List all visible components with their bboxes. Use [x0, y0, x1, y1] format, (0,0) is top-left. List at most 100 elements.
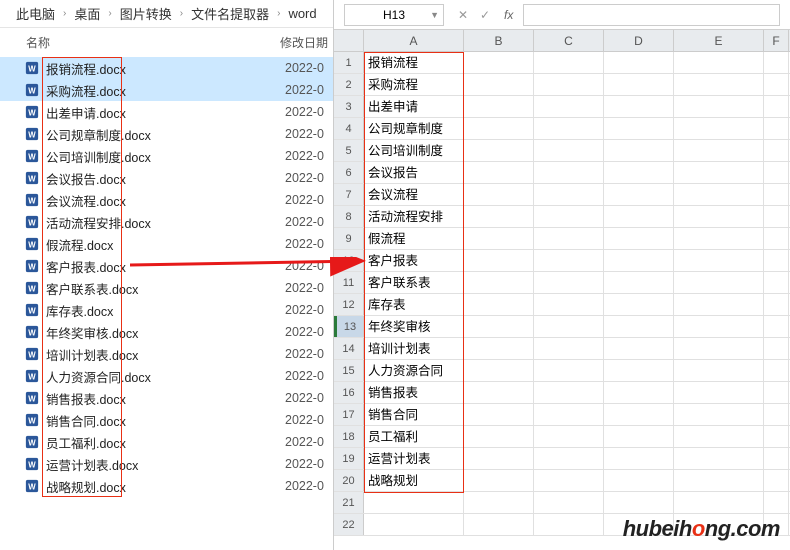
- column-header[interactable]: C: [534, 30, 604, 51]
- row-header[interactable]: 19: [334, 448, 364, 469]
- cell[interactable]: [464, 140, 534, 161]
- cell[interactable]: [534, 74, 604, 95]
- cell[interactable]: [764, 426, 789, 447]
- cell[interactable]: [674, 492, 764, 513]
- cell[interactable]: [674, 228, 764, 249]
- cell[interactable]: [464, 206, 534, 227]
- cell[interactable]: [604, 96, 674, 117]
- cell[interactable]: [534, 426, 604, 447]
- cell[interactable]: [464, 294, 534, 315]
- cell[interactable]: [464, 514, 534, 535]
- breadcrumb-item[interactable]: word: [284, 6, 320, 21]
- cell[interactable]: [604, 316, 674, 337]
- cell[interactable]: [604, 140, 674, 161]
- cell[interactable]: [534, 118, 604, 139]
- cell[interactable]: [674, 316, 764, 337]
- cell[interactable]: [674, 448, 764, 469]
- cell[interactable]: [534, 382, 604, 403]
- cell[interactable]: [764, 448, 789, 469]
- cell[interactable]: 会议报告: [364, 162, 464, 183]
- cell[interactable]: [604, 404, 674, 425]
- cell[interactable]: [464, 426, 534, 447]
- cell[interactable]: [534, 96, 604, 117]
- cell[interactable]: [464, 74, 534, 95]
- cell[interactable]: 报销流程: [364, 52, 464, 73]
- grid-row[interactable]: 4公司规章制度: [334, 118, 790, 140]
- row-header[interactable]: 22: [334, 514, 364, 535]
- cell[interactable]: [534, 272, 604, 293]
- grid-row[interactable]: 3出差申请: [334, 96, 790, 118]
- cell[interactable]: [604, 52, 674, 73]
- cell[interactable]: 运营计划表: [364, 448, 464, 469]
- row-header[interactable]: 21: [334, 492, 364, 513]
- row-header[interactable]: 17: [334, 404, 364, 425]
- cell[interactable]: [464, 52, 534, 73]
- row-header[interactable]: 9: [334, 228, 364, 249]
- cell[interactable]: [464, 382, 534, 403]
- cell[interactable]: [534, 294, 604, 315]
- cell[interactable]: 销售合同: [364, 404, 464, 425]
- cell[interactable]: [604, 206, 674, 227]
- cell[interactable]: [534, 228, 604, 249]
- cell[interactable]: 客户联系表: [364, 272, 464, 293]
- file-row[interactable]: W运营计划表.docx2022-0: [0, 453, 333, 475]
- cell[interactable]: [674, 52, 764, 73]
- column-header[interactable]: B: [464, 30, 534, 51]
- row-header[interactable]: 10: [334, 250, 364, 271]
- cell[interactable]: [604, 228, 674, 249]
- row-header[interactable]: 12: [334, 294, 364, 315]
- cell[interactable]: [534, 360, 604, 381]
- grid-row[interactable]: 1报销流程: [334, 52, 790, 74]
- cell[interactable]: [674, 74, 764, 95]
- cell[interactable]: [604, 272, 674, 293]
- row-header[interactable]: 14: [334, 338, 364, 359]
- file-row[interactable]: W客户联系表.docx2022-0: [0, 277, 333, 299]
- cell[interactable]: 活动流程安排: [364, 206, 464, 227]
- cell[interactable]: [604, 184, 674, 205]
- cell[interactable]: [674, 382, 764, 403]
- grid-row[interactable]: 15人力资源合同: [334, 360, 790, 382]
- file-row[interactable]: W年终奖审核.docx2022-0: [0, 321, 333, 343]
- file-row[interactable]: W会议流程.docx2022-0: [0, 189, 333, 211]
- cell[interactable]: [764, 162, 789, 183]
- cell[interactable]: [674, 470, 764, 491]
- cell[interactable]: [464, 338, 534, 359]
- cell[interactable]: [364, 514, 464, 535]
- cell[interactable]: [604, 162, 674, 183]
- column-header-name[interactable]: 名称: [0, 34, 280, 51]
- row-header[interactable]: 18: [334, 426, 364, 447]
- cell[interactable]: [674, 184, 764, 205]
- file-row[interactable]: W库存表.docx2022-0: [0, 299, 333, 321]
- cell[interactable]: 年终奖审核: [364, 316, 464, 337]
- cell[interactable]: 员工福利: [364, 426, 464, 447]
- row-header[interactable]: 5: [334, 140, 364, 161]
- file-row[interactable]: W公司培训制度.docx2022-0: [0, 145, 333, 167]
- breadcrumb-item[interactable]: 桌面: [70, 4, 104, 23]
- file-row[interactable]: W假流程.docx2022-0: [0, 233, 333, 255]
- row-header[interactable]: 4: [334, 118, 364, 139]
- cell[interactable]: [464, 470, 534, 491]
- cell[interactable]: [534, 338, 604, 359]
- row-header[interactable]: 7: [334, 184, 364, 205]
- cell[interactable]: [464, 184, 534, 205]
- cell[interactable]: [464, 272, 534, 293]
- grid-row[interactable]: 21: [334, 492, 790, 514]
- cell[interactable]: [674, 250, 764, 271]
- row-header[interactable]: 3: [334, 96, 364, 117]
- file-row[interactable]: W销售合同.docx2022-0: [0, 409, 333, 431]
- cell[interactable]: [464, 316, 534, 337]
- cell[interactable]: [764, 360, 789, 381]
- cell[interactable]: [534, 162, 604, 183]
- cell[interactable]: [534, 52, 604, 73]
- file-row[interactable]: W会议报告.docx2022-0: [0, 167, 333, 189]
- cell[interactable]: [764, 316, 789, 337]
- cell[interactable]: 战略规划: [364, 470, 464, 491]
- name-box[interactable]: H13 ▼: [344, 4, 444, 26]
- cell[interactable]: [674, 360, 764, 381]
- cell[interactable]: [604, 382, 674, 403]
- cell[interactable]: [764, 74, 789, 95]
- breadcrumb-item[interactable]: 图片转换: [116, 4, 176, 23]
- cell[interactable]: [604, 426, 674, 447]
- cell[interactable]: [674, 206, 764, 227]
- cell[interactable]: [534, 492, 604, 513]
